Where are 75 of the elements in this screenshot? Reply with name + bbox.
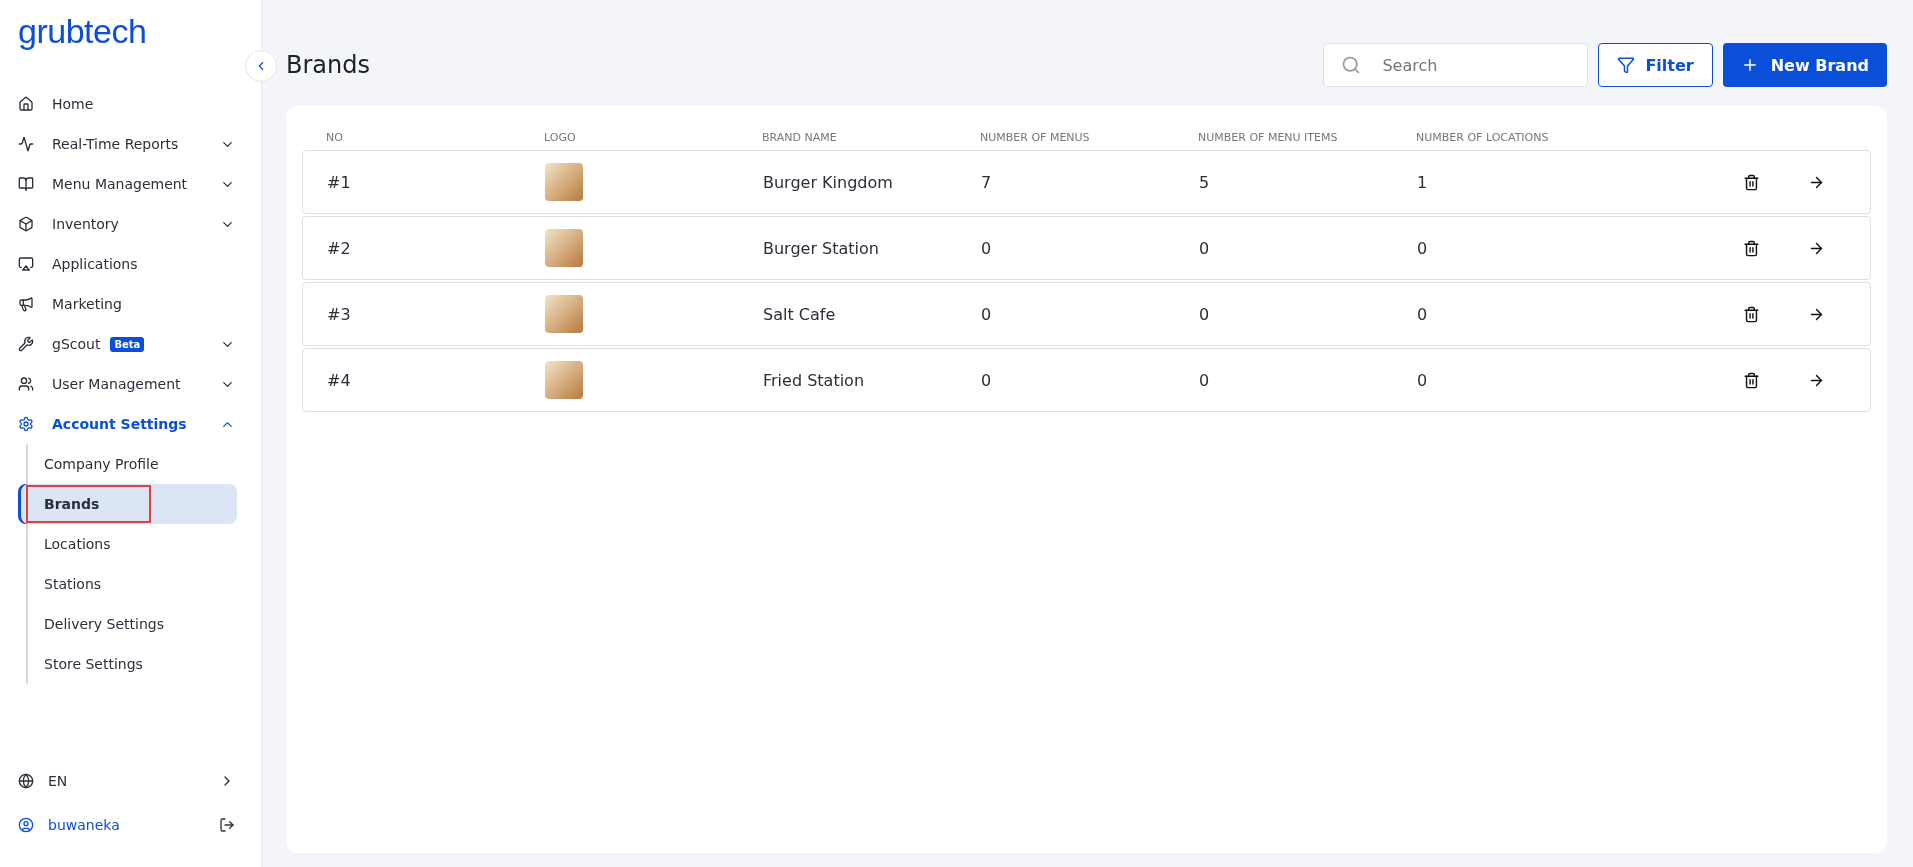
table-cell-text: 0 bbox=[1417, 304, 1429, 324]
nav-item[interactable]: Home bbox=[0, 84, 261, 124]
nav-item[interactable]: Applications bbox=[0, 244, 261, 284]
nav-subitem[interactable]: Store Settings bbox=[18, 644, 237, 684]
table-cell-text: 0 bbox=[981, 238, 993, 258]
user-name: buwaneka bbox=[48, 817, 121, 833]
table-cell-text: 0 bbox=[1199, 370, 1211, 390]
logo-placeholder bbox=[545, 361, 583, 399]
new-brand-button[interactable]: New Brand bbox=[1722, 43, 1887, 87]
table-cell-text: 0 bbox=[1417, 370, 1429, 390]
table-cell-text: #3 bbox=[327, 304, 352, 324]
nav-icon bbox=[18, 216, 34, 232]
nav-subitem[interactable]: Locations bbox=[18, 524, 237, 564]
nav-icon bbox=[18, 256, 34, 272]
trash-icon bbox=[1742, 173, 1760, 191]
column-header: NUMBER OF LOCATIONS bbox=[1416, 130, 1550, 144]
search-field[interactable]: Search bbox=[1323, 43, 1589, 87]
column-header: NUMBER OF MENUS bbox=[980, 130, 1091, 144]
nav-icon bbox=[18, 96, 34, 112]
table-cell-text: 0 bbox=[981, 370, 993, 390]
filter-button[interactable]: Filter bbox=[1598, 43, 1713, 87]
delete-button[interactable] bbox=[1742, 305, 1760, 323]
beta-badge: Beta bbox=[110, 336, 145, 352]
nav-item[interactable]: User Management bbox=[0, 364, 261, 404]
delete-button[interactable] bbox=[1742, 371, 1760, 389]
nav-item[interactable]: gScout Beta bbox=[0, 324, 261, 364]
table-cell-text: 0 bbox=[1199, 238, 1211, 258]
table-cell-text: #4 bbox=[327, 370, 352, 390]
nav-subitem[interactable]: Brands bbox=[18, 484, 237, 524]
nav-item[interactable]: Marketing bbox=[0, 284, 261, 324]
search-icon bbox=[1341, 55, 1362, 75]
logo-placeholder bbox=[545, 229, 583, 267]
table-cell-text: 0 bbox=[981, 304, 993, 324]
nav-icon bbox=[18, 416, 34, 432]
trash-icon bbox=[1742, 371, 1760, 389]
delete-button[interactable] bbox=[1742, 173, 1760, 191]
table-cell-text: Burger Kingdom bbox=[763, 172, 894, 192]
nav-subitem[interactable]: Company Profile bbox=[18, 444, 237, 484]
table-cell-text: Salt Cafe bbox=[763, 304, 837, 324]
table-cell-text: 1 bbox=[1417, 172, 1429, 192]
table-cell-text: 0 bbox=[1417, 238, 1429, 258]
table-cell-text: #1 bbox=[327, 172, 352, 192]
language-selector[interactable]: EN bbox=[0, 759, 261, 803]
nav-item[interactable]: Inventory bbox=[0, 204, 261, 244]
grubtech-logo: grubtech bbox=[17, 12, 147, 52]
nav-icon bbox=[18, 336, 34, 352]
nav-icon bbox=[18, 176, 34, 192]
funnel-icon bbox=[1617, 56, 1636, 74]
logo-placeholder bbox=[545, 295, 583, 333]
page-title: Brands bbox=[286, 51, 371, 79]
logout-icon[interactable] bbox=[219, 817, 235, 833]
nav-icon bbox=[18, 136, 34, 152]
trash-icon bbox=[1742, 305, 1760, 323]
trash-icon bbox=[1742, 239, 1760, 257]
column-header: NUMBER OF MENU ITEMS bbox=[1198, 130, 1339, 144]
table-cell-text: 5 bbox=[1199, 172, 1211, 192]
table-cell-text: Fried Station bbox=[763, 370, 866, 390]
column-header: LOGO bbox=[544, 130, 577, 144]
nav-icon bbox=[18, 296, 34, 312]
delete-button[interactable] bbox=[1742, 239, 1760, 257]
globe-icon bbox=[18, 773, 34, 789]
table-cell-text: Burger Station bbox=[763, 238, 880, 258]
nav-subitem[interactable]: Stations bbox=[18, 564, 237, 604]
column-header: NO bbox=[326, 130, 344, 144]
nav-item[interactable]: Account Settings bbox=[0, 404, 261, 444]
nav-icon bbox=[18, 376, 34, 392]
user-icon bbox=[18, 817, 34, 833]
nav-subitem[interactable]: Delivery Settings bbox=[18, 604, 237, 644]
nav-item[interactable]: Real-Time Reports bbox=[0, 124, 261, 164]
table-cell-text: 7 bbox=[981, 172, 993, 192]
nav-item[interactable]: Menu Management bbox=[0, 164, 261, 204]
column-header: BRAND NAME bbox=[762, 130, 838, 144]
table-cell-text: #2 bbox=[327, 238, 352, 258]
table-cell-text: 0 bbox=[1199, 304, 1211, 324]
logo-placeholder bbox=[545, 163, 583, 201]
